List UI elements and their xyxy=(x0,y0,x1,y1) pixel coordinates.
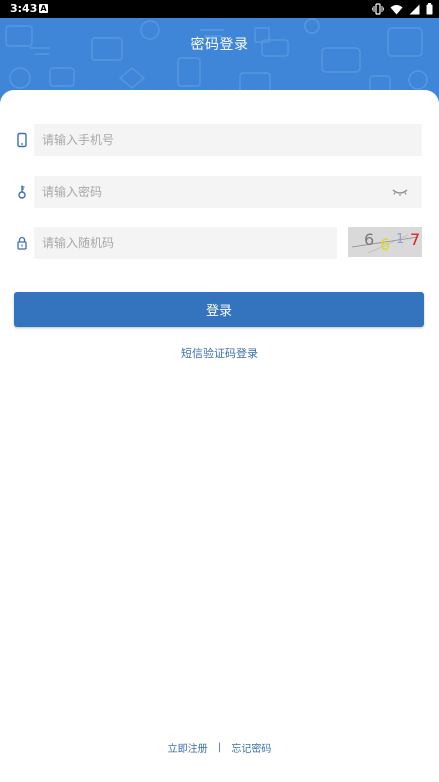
captcha-image[interactable]: 6 6 1 7 xyxy=(348,227,422,257)
phone-input[interactable] xyxy=(34,124,422,156)
vibrate-icon xyxy=(372,3,384,15)
login-card: 6 6 1 7 xyxy=(0,90,439,782)
status-icons xyxy=(372,2,433,16)
captcha-input[interactable] xyxy=(34,227,337,259)
footer-separator: | xyxy=(217,742,222,753)
signal-icon xyxy=(409,4,420,14)
password-row xyxy=(14,176,424,208)
phone-field-box xyxy=(34,124,422,156)
footer-links: 立即注册 | 忘记密码 xyxy=(0,740,439,755)
phone-icon xyxy=(17,132,27,148)
captcha-field-box xyxy=(34,227,337,259)
captcha-row: 6 6 1 7 xyxy=(14,227,424,259)
password-field-box xyxy=(34,176,422,208)
forgot-password-link[interactable]: 忘记密码 xyxy=(231,740,271,755)
battery-icon xyxy=(426,3,433,15)
password-input[interactable] xyxy=(34,176,422,208)
notification-app-icon: A xyxy=(39,4,48,13)
captcha-char-1: 6 xyxy=(364,230,375,249)
sms-login-link[interactable]: 短信验证码登录 xyxy=(0,345,439,361)
key-icon xyxy=(18,185,26,199)
captcha-char-3: 1 xyxy=(396,232,405,247)
status-bar: 3:43 A xyxy=(0,0,439,18)
wifi-icon xyxy=(390,4,403,14)
phone-row xyxy=(14,124,424,156)
captcha-char-2: 6 xyxy=(380,235,391,254)
eye-closed-icon[interactable] xyxy=(392,185,408,199)
register-link[interactable]: 立即注册 xyxy=(168,740,208,755)
page-title: 密码登录 xyxy=(190,37,249,53)
status-time: 3:43 xyxy=(10,2,38,15)
lock-icon xyxy=(17,236,27,250)
login-button[interactable]: 登录 xyxy=(14,292,424,327)
captcha-char-4: 7 xyxy=(410,230,421,249)
